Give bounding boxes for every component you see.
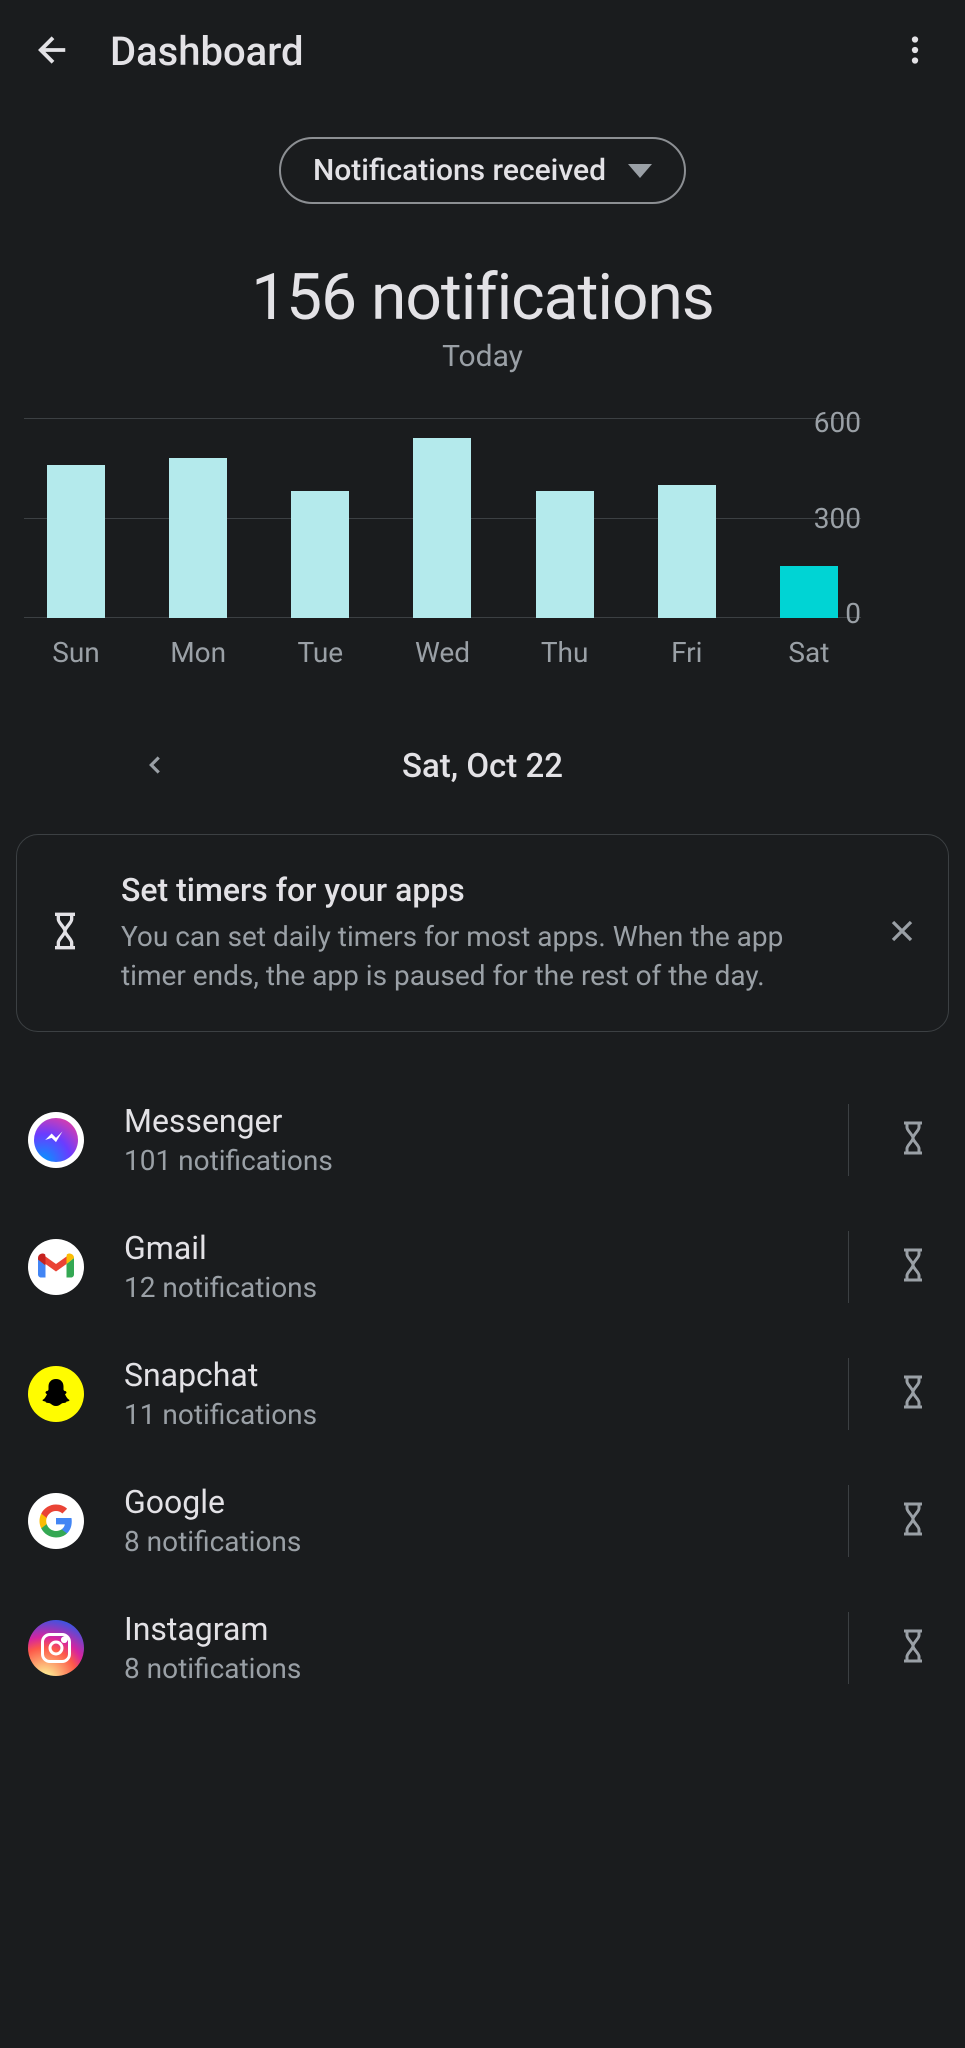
arrow-left-icon [32,29,74,71]
overflow-menu-button[interactable] [897,32,933,72]
app-notifications-count: 8 notifications [124,1652,808,1685]
app-notifications-count: 11 notifications [124,1398,808,1431]
timers-info-card: Set timers for your apps You can set dai… [16,834,949,1032]
vertical-divider [848,1612,850,1684]
hourglass-icon [45,911,85,955]
page-title: Dashboard [110,28,861,75]
previous-day-button[interactable] [140,750,170,784]
hourglass-icon [895,1120,931,1156]
app-name-label: Snapchat [124,1356,808,1394]
app-row[interactable]: Google 8 notifications [0,1457,965,1584]
vertical-divider [848,1231,850,1303]
vertical-divider [848,1485,850,1557]
x-tick-label: Wed [408,636,476,669]
chart-bar[interactable] [531,491,599,618]
app-info: Google 8 notifications [124,1483,808,1558]
app-name-label: Google [124,1483,808,1521]
notifications-chart: 600 300 0 Sun Mon Tue Wed Thu Fri Sat [24,418,941,669]
info-card-description: You can set daily timers for most apps. … [121,917,848,995]
y-tick-label: 600 [789,406,861,439]
set-timer-button[interactable] [889,1501,937,1541]
x-tick-label: Sat [775,636,843,669]
app-notifications-count: 8 notifications [124,1525,808,1558]
hourglass-icon [895,1374,931,1410]
chart-bar[interactable] [408,438,476,618]
x-tick-label: Fri [653,636,721,669]
instagram-app-icon [28,1620,84,1676]
app-header: Dashboard [0,0,965,103]
messenger-app-icon [28,1112,84,1168]
hourglass-icon [895,1501,931,1537]
chart-plot-area[interactable]: 600 300 0 [24,418,861,618]
app-name-label: Instagram [124,1610,808,1648]
app-row[interactable]: Snapchat 11 notifications [0,1330,965,1457]
chart-bar[interactable] [286,491,354,618]
app-row[interactable]: Messenger 101 notifications [0,1076,965,1203]
chart-bar-fill [169,458,227,618]
dismiss-card-button[interactable] [884,913,920,953]
close-icon [884,913,920,949]
more-vert-icon [897,32,933,68]
chart-bar-fill [291,491,349,618]
chart-bar-fill [536,491,594,618]
x-tick-label: Sun [42,636,110,669]
chevron-left-icon [140,750,170,780]
chevron-down-icon [628,164,652,178]
back-button[interactable] [32,29,74,75]
summary: 156 notifications Today [0,260,965,374]
y-tick-label: 300 [789,502,861,535]
app-info: Messenger 101 notifications [124,1102,808,1177]
chart-bar[interactable] [653,485,721,618]
info-card-title: Set timers for your apps [121,871,848,909]
set-timer-button[interactable] [889,1628,937,1668]
hourglass-icon [895,1628,931,1664]
y-tick-label: 0 [789,597,861,630]
chart-bar-fill [658,485,716,618]
info-card-text: Set timers for your apps You can set dai… [121,871,848,995]
summary-subtitle: Today [0,339,965,374]
chart-bar-fill [47,465,105,618]
current-date-label: Sat, Oct 22 [402,747,563,786]
vertical-divider [848,1358,850,1430]
date-navigator: Sat, Oct 22 [0,747,965,786]
x-tick-label: Tue [286,636,354,669]
chart-bar[interactable] [42,465,110,618]
app-name-label: Gmail [124,1229,808,1267]
x-tick-label: Mon [164,636,232,669]
app-row[interactable]: Gmail 12 notifications [0,1203,965,1330]
google-app-icon [28,1493,84,1549]
vertical-divider [848,1104,850,1176]
hourglass-icon [895,1247,931,1283]
chart-bar-fill [413,438,471,618]
summary-count: 156 notifications [0,260,965,335]
set-timer-button[interactable] [889,1120,937,1160]
app-notifications-count: 101 notifications [124,1144,808,1177]
x-tick-label: Thu [531,636,599,669]
snapchat-app-icon [28,1366,84,1422]
app-list: Messenger 101 notifications Gmail 12 not… [0,1076,965,1711]
chart-y-axis: 600 300 0 [789,406,861,630]
app-row[interactable]: Instagram 8 notifications [0,1584,965,1711]
chart-bar[interactable] [164,458,232,618]
app-info: Gmail 12 notifications [124,1229,808,1304]
metric-selector-label: Notifications received [313,153,606,188]
app-info: Instagram 8 notifications [124,1610,808,1685]
chart-x-axis: Sun Mon Tue Wed Thu Fri Sat [42,636,843,669]
app-name-label: Messenger [124,1102,808,1140]
set-timer-button[interactable] [889,1374,937,1414]
gmail-app-icon [28,1239,84,1295]
app-notifications-count: 12 notifications [124,1271,808,1304]
metric-selector[interactable]: Notifications received [279,137,686,204]
set-timer-button[interactable] [889,1247,937,1287]
app-info: Snapchat 11 notifications [124,1356,808,1431]
